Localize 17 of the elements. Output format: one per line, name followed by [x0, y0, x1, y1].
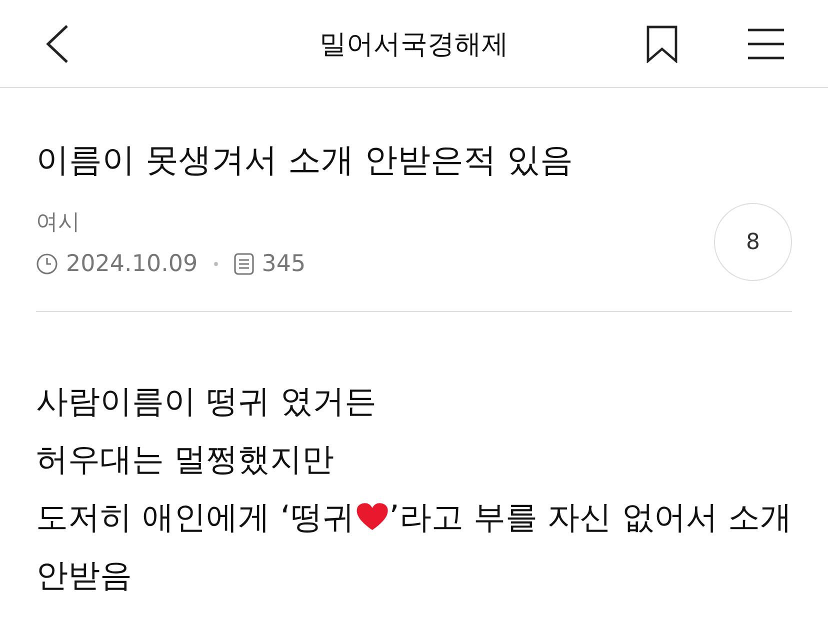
post-title: 이름이 못생겨서 소개 안받은적 있음 [36, 139, 574, 181]
body-text: 사람이름이 떵귀 였거든 [36, 381, 376, 422]
body-text: ’라고 부를 자신 없어서 소개 [389, 497, 792, 538]
bookmark-icon[interactable] [646, 24, 678, 62]
body-text: 허우대는 멀쩡했지만 [36, 439, 334, 480]
post-date: 2024.10.09 [66, 251, 198, 277]
body-text: 안받음 [36, 555, 132, 596]
view-count: 345 [262, 251, 306, 277]
document-icon [234, 253, 254, 275]
separator-dot [214, 262, 218, 266]
clock-icon [36, 253, 58, 275]
author-name: 여시 [36, 209, 81, 237]
body-text: 도저히 애인에게 ‘떵귀 [36, 497, 355, 538]
board-title: 밀어서국경해제 [320, 28, 508, 62]
menu-icon[interactable] [748, 28, 784, 60]
comment-count-button[interactable]: 8 [714, 203, 792, 281]
back-icon[interactable] [44, 24, 70, 64]
